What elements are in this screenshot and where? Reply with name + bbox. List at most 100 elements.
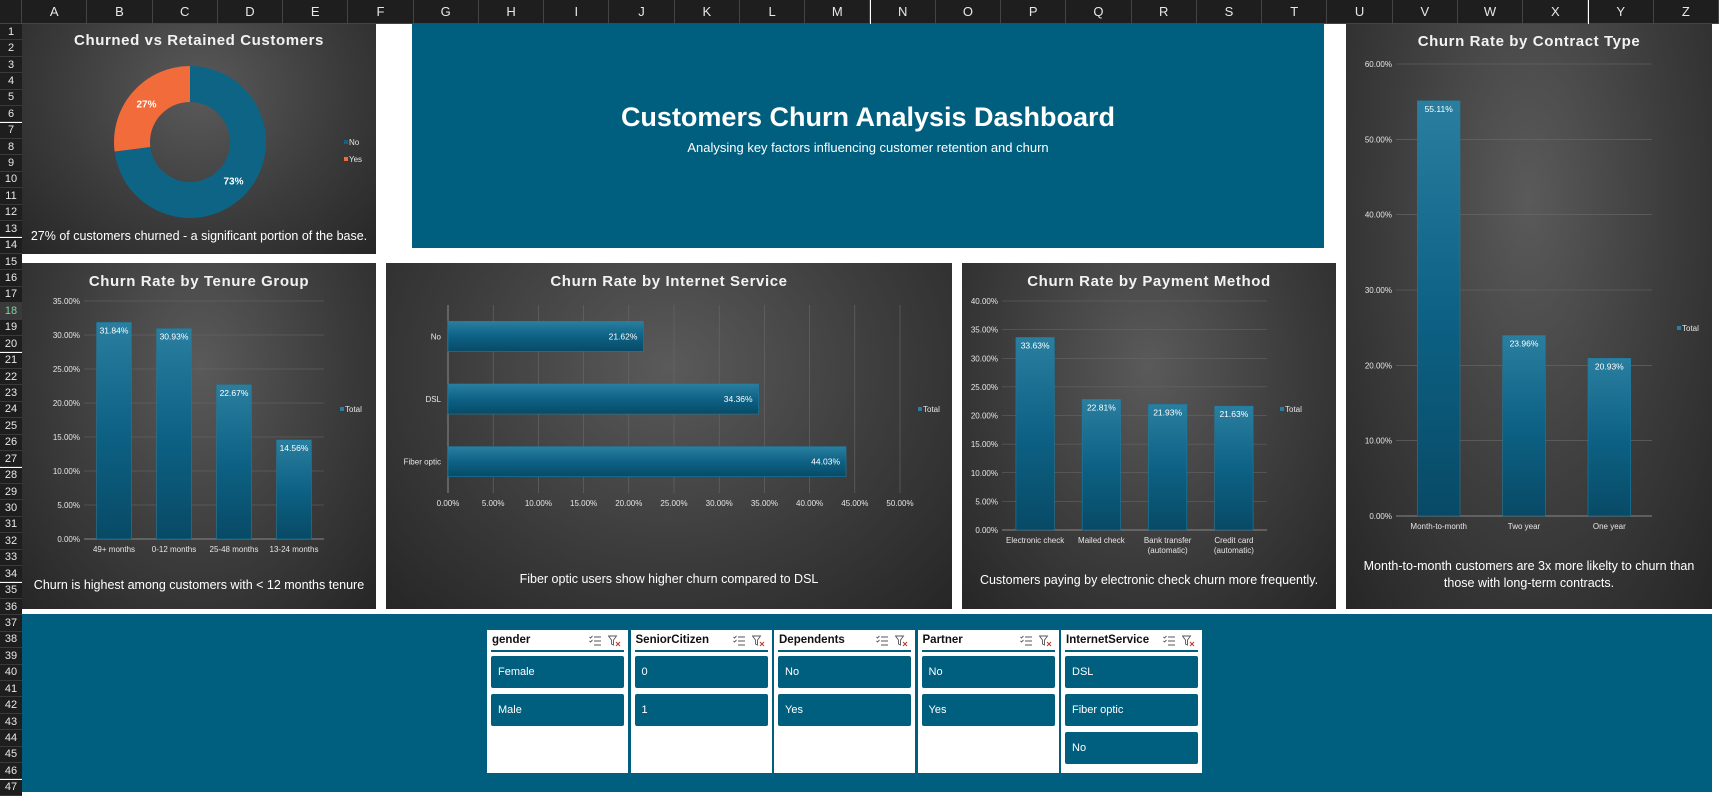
clear-filter-icon[interactable]	[1181, 634, 1195, 647]
row-header-36[interactable]: 36	[0, 598, 22, 616]
column-header-p[interactable]: P	[1001, 0, 1067, 24]
row-header-41[interactable]: 41	[0, 681, 22, 698]
column-header-z[interactable]: Z	[1653, 0, 1719, 24]
slicer-dependents[interactable]: Dependents No Yes	[774, 630, 915, 773]
row-header-9[interactable]: 9	[0, 155, 22, 172]
slicer-item-no[interactable]: No	[1065, 732, 1198, 764]
row-header-13[interactable]: 13	[0, 221, 22, 238]
row-header-24[interactable]: 24	[0, 401, 22, 419]
row-header-37[interactable]: 37	[0, 615, 22, 632]
column-header-m[interactable]: M	[805, 0, 871, 24]
row-header-27[interactable]: 27	[0, 451, 22, 468]
internet-service-panel[interactable]: Churn Rate by Internet Service 0.00% 5.00…	[386, 263, 952, 609]
multi-select-icon[interactable]	[876, 634, 889, 646]
column-header-x[interactable]: X	[1523, 0, 1589, 24]
row-header-32[interactable]: 32	[0, 533, 22, 550]
row-header-7[interactable]: 7	[0, 122, 22, 139]
row-header-1[interactable]: 1	[0, 24, 22, 41]
payment-method-panel[interactable]: Churn Rate by Payment Method 0.00% 5.00% 1…	[962, 263, 1336, 609]
column-header-f[interactable]: F	[348, 0, 414, 24]
row-header-18[interactable]: 18	[0, 303, 22, 320]
select-all-corner[interactable]	[0, 0, 22, 24]
row-header-34[interactable]: 34	[0, 566, 22, 583]
row-header-44[interactable]: 44	[0, 730, 22, 747]
clear-filter-icon[interactable]	[607, 634, 621, 647]
multi-select-icon[interactable]	[732, 634, 746, 646]
contract-type-panel[interactable]: Churn Rate by Contract Type 0.00% 10.00% 2…	[1346, 24, 1712, 609]
multi-select-icon[interactable]	[589, 634, 602, 646]
slicer-item-no[interactable]: No	[778, 656, 911, 688]
bar[interactable]	[216, 384, 252, 540]
slicer-item-dsl[interactable]: DSL	[1065, 656, 1198, 688]
slicer-partner[interactable]: Partner No Yes	[917, 630, 1059, 773]
row-header-14[interactable]: 14	[0, 237, 22, 254]
slicer-item-yes[interactable]: Yes	[778, 694, 911, 726]
row-header-19[interactable]: 19	[0, 319, 22, 337]
clear-filter-icon[interactable]	[1038, 634, 1052, 647]
clear-filter-icon[interactable]	[751, 634, 765, 647]
column-header-b[interactable]: B	[87, 0, 153, 24]
column-header-e[interactable]: E	[283, 0, 349, 24]
bar[interactable]	[1417, 100, 1461, 517]
slicer-item-female[interactable]: Female	[491, 656, 624, 688]
slicer-item-male[interactable]: Male	[491, 694, 624, 726]
row-header-42[interactable]: 42	[0, 697, 22, 714]
column-header-d[interactable]: D	[217, 0, 284, 24]
row-header-33[interactable]: 33	[0, 549, 22, 566]
slicer-item-1[interactable]: 1	[634, 694, 768, 726]
clear-filter-icon[interactable]	[894, 634, 908, 647]
row-header-25[interactable]: 25	[0, 418, 22, 435]
row-header-5[interactable]: 5	[0, 89, 22, 107]
column-header-q[interactable]: Q	[1066, 0, 1132, 24]
slicer-internetservice[interactable]: InternetService DSL Fiber optic No	[1061, 630, 1202, 773]
column-header-k[interactable]: K	[674, 0, 740, 24]
column-header-t[interactable]: T	[1262, 0, 1328, 24]
churned-vs-retained-panel[interactable]: Churned vs Retained Customers 73% 27% No Ye…	[22, 24, 376, 254]
slicer-gender[interactable]: gender Female Male	[487, 630, 628, 773]
row-header-2[interactable]: 2	[0, 40, 22, 57]
bar[interactable]	[447, 446, 847, 478]
row-header-39[interactable]: 39	[0, 648, 22, 665]
bar[interactable]	[1015, 337, 1055, 531]
row-header-28[interactable]: 28	[0, 467, 22, 484]
column-header-y[interactable]: Y	[1588, 0, 1654, 24]
row-header-46[interactable]: 46	[0, 763, 22, 780]
column-header-h[interactable]: H	[478, 0, 545, 24]
bar[interactable]	[447, 383, 759, 415]
column-header-j[interactable]: J	[609, 0, 675, 24]
slicer-item-fiber-optic[interactable]: Fiber optic	[1065, 694, 1198, 726]
row-header-12[interactable]: 12	[0, 204, 22, 222]
row-header-43[interactable]: 43	[0, 713, 22, 731]
row-header-4[interactable]: 4	[0, 73, 22, 90]
row-header-31[interactable]: 31	[0, 516, 22, 534]
column-header-a[interactable]: A	[22, 0, 88, 24]
row-header-16[interactable]: 16	[0, 270, 22, 287]
bar[interactable]	[1148, 404, 1188, 531]
row-header-15[interactable]: 15	[0, 254, 22, 271]
row-header-35[interactable]: 35	[0, 582, 22, 599]
tenure-group-panel[interactable]: Churn Rate by Tenure Group 0.00% 5.00% 10.…	[22, 263, 376, 609]
row-header-8[interactable]: 8	[0, 139, 22, 156]
column-header-l[interactable]: L	[740, 0, 806, 24]
bar[interactable]	[276, 439, 312, 540]
bar[interactable]	[1587, 358, 1631, 517]
slicer-item-no[interactable]: No	[921, 656, 1055, 688]
column-header-i[interactable]: I	[544, 0, 610, 24]
slicer-seniorcitizen[interactable]: SeniorCitizen 0 1	[630, 630, 772, 773]
row-header-40[interactable]: 40	[0, 664, 22, 681]
column-header-n[interactable]: N	[870, 0, 936, 24]
row-header-23[interactable]: 23	[0, 385, 22, 402]
row-header-22[interactable]: 22	[0, 368, 22, 386]
row-header-20[interactable]: 20	[0, 336, 22, 353]
slicer-item-yes[interactable]: Yes	[921, 694, 1055, 726]
row-header-17[interactable]: 17	[0, 286, 22, 304]
column-header-u[interactable]: U	[1327, 0, 1393, 24]
row-header-45[interactable]: 45	[0, 746, 22, 764]
bar[interactable]	[1214, 405, 1254, 531]
column-header-o[interactable]: O	[935, 0, 1002, 24]
row-header-47[interactable]: 47	[0, 779, 22, 796]
column-header-s[interactable]: S	[1196, 0, 1263, 24]
row-header-11[interactable]: 11	[0, 188, 22, 205]
bar[interactable]	[156, 328, 192, 540]
bar[interactable]	[1081, 399, 1121, 531]
